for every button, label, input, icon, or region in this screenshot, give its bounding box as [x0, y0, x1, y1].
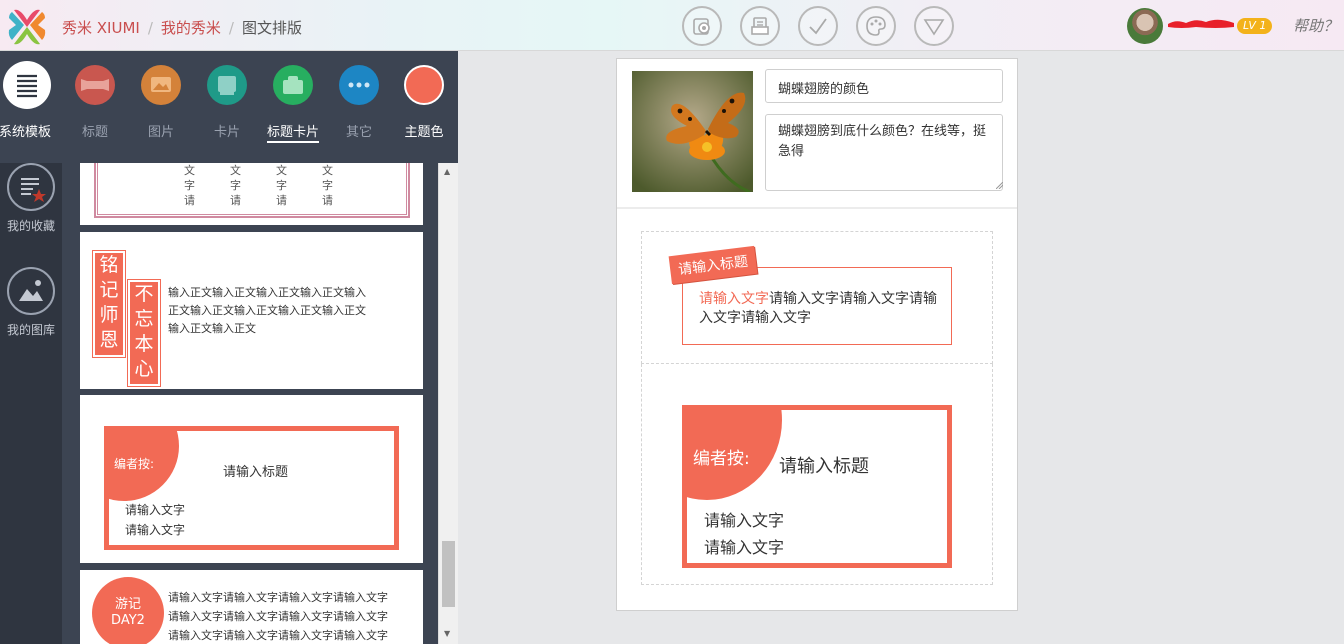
category-bar: 系统模板 标题 图片 卡片 标题卡片 其它 主题色 — [0, 51, 458, 163]
template-travel-day[interactable]: 游记 DAY2 请输入文字请输入文字请输入文字请输入文字 请输入文字请输入文字请输… — [80, 570, 423, 644]
user-level-badge: LV 1 — [1237, 18, 1273, 34]
preview-icon — [693, 18, 710, 35]
note-line-2[interactable]: 请输入文字 — [704, 534, 784, 558]
gallery-icon — [7, 267, 55, 315]
note-frame: 编者按: 请输入标题 请输入文字 请输入文字 — [682, 405, 952, 568]
side-nav: 我的收藏 我的图库 — [0, 163, 62, 644]
breadcrumb: 秀米 XIUMI / 我的秀米 / 图文排版 — [62, 19, 302, 37]
breadcrumb-my-xiumi[interactable]: 我的秀米 — [161, 19, 221, 37]
template-vertical-title[interactable]: 铭记师恩 不忘本心 输入正文输入正文输入正文输入正文输入正文输入正文输入正文输入… — [80, 232, 423, 389]
article-summary-input[interactable]: 蝴蝶翅膀到底什么颜色？在线等，挺急得 — [765, 114, 1003, 191]
category-card[interactable]: 卡片 — [205, 65, 249, 140]
check-button[interactable] — [798, 6, 838, 46]
template-scrollbar[interactable]: ▲ ▼ — [438, 163, 458, 644]
title-box-text[interactable]: 请输入文字请输入文字请输入文字请输入文字请输入文字 — [699, 290, 939, 328]
scroll-up-icon[interactable]: ▲ — [444, 167, 450, 176]
document: 蝴蝶翅膀的颜色 蝴蝶翅膀到底什么颜色？在线等，挺急得 请输入标题 请输入文字请输… — [616, 58, 1018, 611]
category-image[interactable]: 图片 — [139, 65, 183, 140]
scroll-down-icon[interactable]: ▼ — [444, 629, 450, 638]
template-editor-note[interactable]: 编者按: 请输入标题 请输入文字 请输入文字 — [80, 395, 423, 563]
category-title-card[interactable]: 标题卡片 — [267, 65, 319, 143]
dropdown-button[interactable] — [914, 6, 954, 46]
category-system-templates[interactable]: 系统模板 — [0, 61, 51, 140]
note-line-1: 请输入文字 — [125, 503, 186, 517]
preview-button[interactable] — [682, 6, 722, 46]
vtitle-b: 不忘本心 — [127, 279, 161, 387]
category-label: 主题色 — [404, 125, 444, 140]
vchar-col-1: 文字请 — [184, 164, 195, 207]
more-icon — [339, 65, 379, 105]
nav-favorites[interactable]: 我的收藏 — [0, 163, 62, 234]
vchar-col-3: 文字请 — [276, 164, 287, 207]
template-list: 文字请 文字请 文字请 文字请 铭记师恩 不忘本心 输入正文输入正文输入正文输入… — [62, 163, 438, 644]
favorites-icon — [7, 163, 55, 211]
vchar-col-2: 文字请 — [230, 164, 241, 207]
theme-color-icon — [404, 65, 444, 105]
template-vertical-text[interactable]: 文字请 文字请 文字请 文字请 — [80, 163, 423, 225]
nav-label: 我的图库 — [6, 323, 55, 337]
note-tag: 编者按: — [693, 449, 750, 469]
note-line-2: 请输入文字 — [125, 523, 186, 537]
xiumi-logo-icon[interactable] — [6, 6, 48, 48]
note-line-1[interactable]: 请输入文字 — [704, 507, 784, 531]
title-icon — [75, 65, 115, 105]
title-card-icon — [273, 65, 313, 105]
travel-badge: 游记 DAY2 — [92, 577, 164, 644]
dropdown-icon — [923, 19, 945, 36]
block-title-box[interactable]: 请输入标题 请输入文字请输入文字请输入文字请输入文字请输入文字 — [641, 231, 993, 364]
breadcrumb-home[interactable]: 秀米 XIUMI — [62, 19, 140, 37]
note-frame: 编者按: 请输入标题 请输入文字 请输入文字 — [104, 426, 399, 550]
travel-text: 请输入文字请输入文字请输入文字请输入文字 请输入文字请输入文字请输入文字请输入文字… — [168, 591, 388, 642]
top-bar: 秀米 XIUMI / 我的秀米 / 图文排版 LV 1 帮助？ — [0, 0, 1344, 51]
save-button[interactable] — [740, 6, 780, 46]
note-title: 请输入标题 — [223, 465, 289, 480]
cover-image[interactable] — [632, 71, 753, 192]
scroll-thumb[interactable] — [442, 541, 455, 607]
template-frame-inner — [97, 163, 407, 215]
document-header: 蝴蝶翅膀的颜色 蝴蝶翅膀到底什么颜色？在线等，挺急得 — [617, 59, 1017, 209]
list-icon — [3, 61, 51, 109]
category-title[interactable]: 标题 — [73, 65, 117, 140]
breadcrumb-current: 图文排版 — [241, 19, 302, 37]
save-icon — [751, 17, 769, 35]
help-link[interactable]: 帮助？ — [1293, 15, 1338, 36]
username-redacted — [1168, 19, 1234, 28]
avatar[interactable] — [1127, 8, 1163, 44]
category-theme-color[interactable]: 主题色 — [402, 65, 446, 140]
article-title-input[interactable]: 蝴蝶翅膀的颜色 — [765, 69, 1003, 103]
vchar-col-4: 文字请 — [322, 164, 333, 207]
note-title[interactable]: 请输入标题 — [779, 452, 869, 478]
palette-button[interactable] — [856, 6, 896, 46]
vtitle-a: 铭记师恩 — [92, 250, 126, 358]
block-editor-note[interactable]: 编者按: 请输入标题 请输入文字 请输入文字 — [641, 364, 993, 585]
card-icon — [207, 65, 247, 105]
note-tag: 编者按: — [114, 457, 155, 471]
image-icon — [141, 65, 181, 105]
nav-gallery[interactable]: 我的图库 — [0, 267, 62, 338]
resize-handle-icon[interactable] — [996, 182, 1003, 189]
check-icon — [809, 18, 827, 35]
selected-underline — [267, 141, 319, 143]
category-other[interactable]: 其它 — [337, 65, 381, 140]
template-body: 输入正文输入正文输入正文输入正文输入正文输入正文输入正文输入正文输入正文输入正文… — [168, 286, 366, 335]
palette-icon — [866, 16, 886, 36]
nav-label: 我的收藏 — [6, 219, 55, 233]
